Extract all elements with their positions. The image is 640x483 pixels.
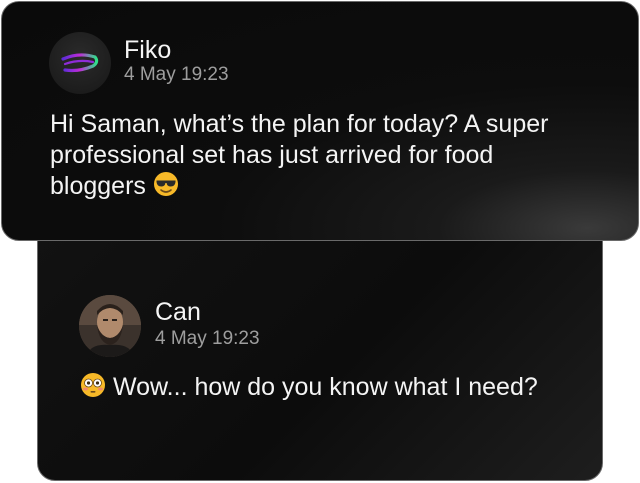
timestamp-fiko: 4 May 19:23 <box>124 64 229 85</box>
chat-stage: Can 4 May 19:23 Wow... how do you know w… <box>0 0 640 483</box>
message-text-can: Wow... how do you know what I need? <box>80 372 538 406</box>
message-body-can: Wow... how do you know what I need? <box>112 373 538 401</box>
timestamp-can: 4 May 19:23 <box>155 328 260 349</box>
avatar-can[interactable] <box>79 295 141 357</box>
smiling-face-with-sunglasses-icon <box>153 171 179 205</box>
message-body-fiko: Hi Saman, what’s the plan for today? A s… <box>50 110 549 200</box>
sender-name-fiko: Fiko <box>124 36 172 64</box>
message-text-fiko: Hi Saman, what’s the plan for today? A s… <box>50 109 595 205</box>
flushed-face-icon <box>80 372 106 406</box>
avatar-fiko[interactable] <box>49 32 111 94</box>
sender-name-can: Can <box>155 298 201 326</box>
person-photo-icon <box>79 295 141 357</box>
brand-logo-icon <box>61 53 99 73</box>
